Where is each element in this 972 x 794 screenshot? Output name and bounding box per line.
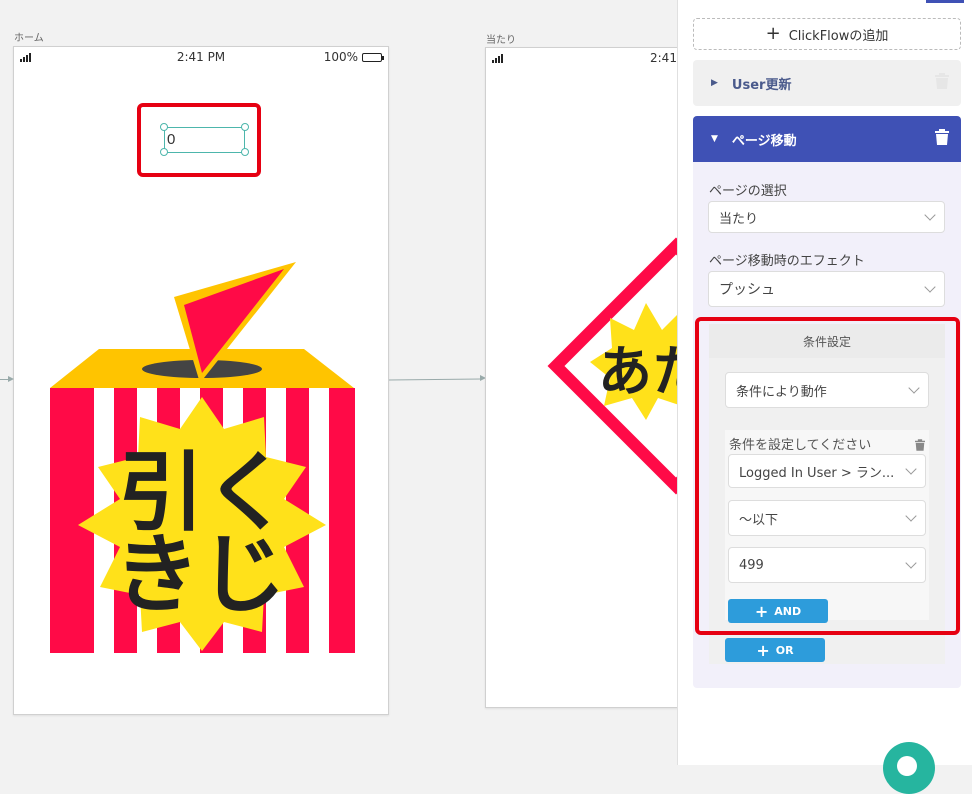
editor-canvas: ホーム 2:41 PM 100% 引く きじ 0 当たり 2:41 あ + Cl… — [0, 0, 972, 794]
connector-arrow-left — [8, 376, 14, 382]
panel-top-indicator — [926, 0, 964, 3]
screen-label-home: ホーム — [14, 33, 44, 44]
highlight-frame-conditions — [695, 317, 960, 635]
add-clickflow-label: ClickFlowの追加 — [788, 28, 889, 44]
add-clickflow-button[interactable]: + ClickFlowの追加 — [693, 18, 961, 50]
kuji-text-line2: きじ — [114, 525, 286, 625]
highlight-frame-counter — [137, 103, 261, 177]
chevron-down-icon — [924, 209, 936, 221]
page-select-dropdown[interactable]: 当たり — [708, 201, 945, 233]
chat-fab-button[interactable] — [883, 742, 935, 794]
caret-right-icon: ▶ — [711, 78, 718, 88]
delete-icon[interactable] — [935, 129, 949, 149]
plus-icon: + — [756, 640, 770, 660]
accordion-header-user-update[interactable]: ▶ User更新 — [693, 60, 961, 106]
or-button-label: OR — [775, 643, 794, 657]
win-text: あた — [598, 340, 685, 403]
effect-value: プッシュ — [719, 282, 775, 298]
effect-dropdown[interactable]: プッシュ — [708, 271, 945, 307]
win-illustration: あた — [547, 237, 685, 495]
plus-icon: + — [765, 23, 781, 44]
page-select-label: ページの選択 — [709, 184, 787, 199]
or-button[interactable]: + OR — [725, 638, 825, 662]
connector-line-home-to-win — [388, 378, 482, 381]
accordion-header-page-move[interactable]: ▼ ページ移動 — [693, 116, 961, 162]
user-update-label: User更新 — [731, 77, 792, 93]
chevron-down-icon — [924, 281, 936, 293]
phone-screen-win[interactable]: 2:41 あた — [485, 47, 685, 708]
delete-icon[interactable] — [935, 73, 949, 93]
properties-panel: + ClickFlowの追加 ▶ User更新 ▼ ページ移動 ページの選択 当… — [677, 0, 972, 794]
accordion-user-update[interactable]: ▶ User更新 — [693, 60, 961, 106]
screen-label-win: 当たり — [486, 35, 516, 46]
caret-down-icon: ▼ — [711, 134, 718, 144]
page-move-label: ページ移動 — [731, 133, 797, 149]
page-select-value: 当たり — [719, 211, 759, 227]
effect-label: ページ移動時のエフェクト — [709, 254, 865, 269]
